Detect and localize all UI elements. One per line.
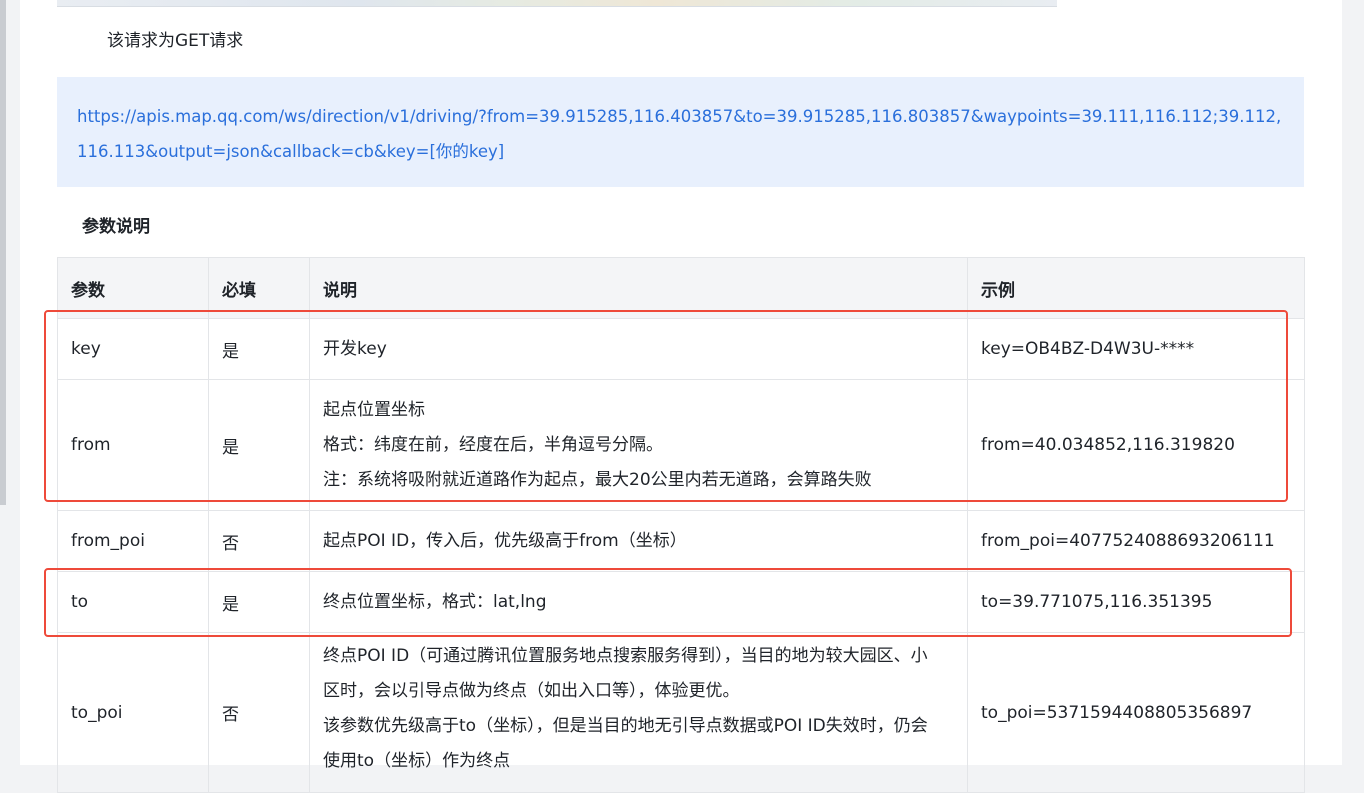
param-description: 起点位置坐标 格式：纬度在前，经度在后，半角逗号分隔。 注：系统将吸附就近道路作… (309, 379, 968, 511)
param-description: 终点位置坐标，格式：lat,lng (309, 571, 968, 633)
param-example: from=40.034852,116.319820 (967, 379, 1305, 511)
table-row: to 是 终点位置坐标，格式：lat,lng to=39.771075,116.… (57, 571, 1305, 633)
table-row: from_poi 否 起点POI ID，传入后，优先级高于from（坐标） fr… (57, 510, 1305, 572)
request-method-note: 该请求为GET请求 (107, 31, 244, 51)
doc-page: 该请求为GET请求 https://apis.map.qq.com/ws/dir… (20, 0, 1342, 793)
param-example: from_poi=4077524088693206111 (967, 510, 1305, 572)
params-table: 参数 必填 说明 示例 key 是 开发key key=OB4BZ-D4W3U-… (57, 257, 1305, 793)
param-example: key=OB4BZ-D4W3U-**** (967, 318, 1305, 380)
param-description: 终点POI ID（可通过腾讯位置服务地点搜索服务得到），当目的地为较大园区、小 … (309, 632, 968, 793)
header-description: 说明 (309, 257, 968, 319)
param-required: 是 (208, 379, 310, 511)
example-url-link[interactable]: https://apis.map.qq.com/ws/direction/v1/… (77, 99, 1284, 169)
param-description: 开发key (309, 318, 968, 380)
param-name: from (57, 379, 209, 511)
scrollbar-left (0, 0, 6, 505)
desc-line: 格式：纬度在前，经度在后，半角逗号分隔。 (323, 434, 663, 455)
desc-line: 起点POI ID，传入后，优先级高于from（坐标） (323, 530, 687, 551)
param-required: 是 (208, 318, 310, 380)
header-param: 参数 (57, 257, 209, 319)
desc-line: 起点位置坐标 (323, 399, 425, 420)
param-name: from_poi (57, 510, 209, 572)
map-preview-image (57, 0, 1057, 7)
desc-line: 终点位置坐标，格式：lat,lng (323, 591, 547, 612)
desc-line: 该参数优先级高于to（坐标），但是当目的地无引导点数据或POI ID失效时，仍会 (323, 716, 928, 736)
header-required: 必填 (208, 257, 310, 319)
param-name: to_poi (57, 632, 209, 793)
table-header-row: 参数 必填 说明 示例 (57, 257, 1305, 319)
header-example: 示例 (967, 257, 1305, 319)
table-row: to_poi 否 终点POI ID（可通过腾讯位置服务地点搜索服务得到），当目的… (57, 632, 1305, 793)
param-required: 是 (208, 571, 310, 633)
table-row: from 是 起点位置坐标 格式：纬度在前，经度在后，半角逗号分隔。 注：系统将… (57, 379, 1305, 511)
desc-line: 终点POI ID（可通过腾讯位置服务地点搜索服务得到），当目的地为较大园区、小 (323, 646, 928, 666)
param-description: 起点POI ID，传入后，优先级高于from（坐标） (309, 510, 968, 572)
param-name: to (57, 571, 209, 633)
url-line-2: ut=json&callback=cb&key=[你的key] (195, 142, 505, 161)
param-example: to_poi=5371594408805356897 (967, 632, 1305, 793)
desc-line: 区时，会以引导点做为终点（如出入口等），体验更优。 (323, 681, 740, 701)
param-example: to=39.771075,116.351395 (967, 571, 1305, 633)
example-url-block: https://apis.map.qq.com/ws/direction/v1/… (57, 77, 1304, 187)
desc-line: 使用to（坐标）作为终点 (323, 751, 511, 771)
section-title: 参数说明 (82, 217, 150, 237)
param-name: key (57, 318, 209, 380)
table-row: key 是 开发key key=OB4BZ-D4W3U-**** (57, 318, 1305, 380)
desc-line: 注：系统将吸附就近道路作为起点，最大20公里内若无道路，会算路失败 (323, 469, 872, 490)
desc-line: 开发key (323, 338, 387, 359)
param-required: 否 (208, 632, 310, 793)
param-required: 否 (208, 510, 310, 572)
